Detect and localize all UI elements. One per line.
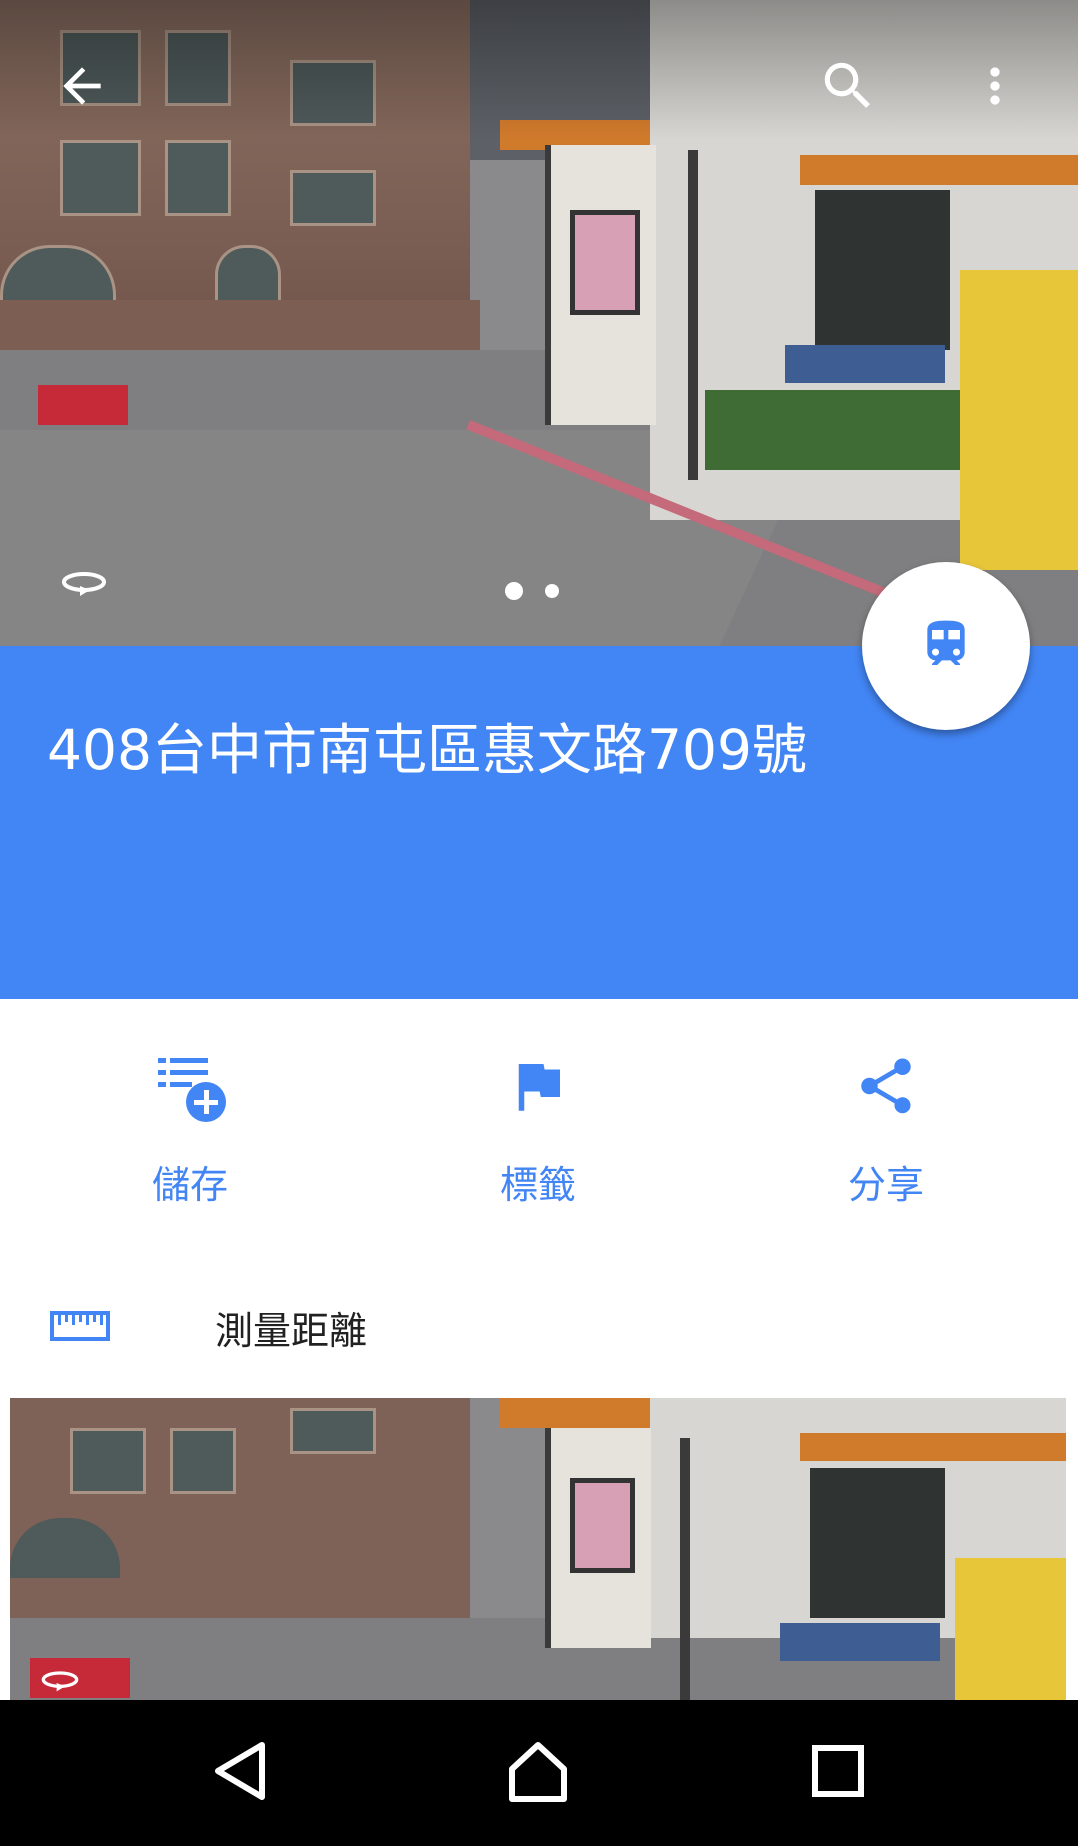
- save-label: 儲存: [151, 1163, 228, 1207]
- more-vert-icon: [967, 58, 1023, 118]
- street-view-photo[interactable]: [0, 0, 1078, 646]
- system-navigation-bar: [0, 1700, 1078, 1846]
- nav-recents-button[interactable]: [768, 1700, 908, 1846]
- 360-rotate-icon: [36, 1668, 84, 1700]
- street-view-thumbnail[interactable]: [10, 1398, 1066, 1700]
- page-dot: [545, 584, 559, 598]
- nav-back-button[interactable]: [170, 1700, 310, 1846]
- more-options-button[interactable]: [955, 48, 1035, 128]
- playlist-add-icon: [150, 1046, 230, 1130]
- place-address: 408台中市南屯區惠文路709號: [47, 718, 807, 782]
- share-label: 分享: [847, 1163, 924, 1207]
- transit-train-icon: [918, 616, 974, 676]
- search-button[interactable]: [808, 48, 888, 128]
- nav-home-button[interactable]: [468, 1700, 608, 1846]
- share-icon: [853, 1053, 919, 1123]
- action-buttons-row: 儲存 標籤 分享: [0, 1000, 1078, 1245]
- 360-rotate-icon[interactable]: [58, 568, 110, 608]
- label-label: 標籤: [499, 1163, 576, 1207]
- photo-page-indicator: [505, 582, 559, 600]
- arrow-left-icon: [54, 58, 110, 118]
- ruler-icon: [50, 1310, 110, 1346]
- transit-directions-button[interactable]: [862, 562, 1030, 730]
- nav-back-icon: [210, 1739, 270, 1807]
- share-button[interactable]: 分享: [766, 1000, 1006, 1245]
- search-icon: [817, 55, 879, 121]
- nav-home-icon: [506, 1739, 570, 1807]
- save-button[interactable]: 儲存: [70, 1000, 310, 1245]
- nav-recents-icon: [810, 1743, 866, 1803]
- measure-distance-label: 測量距離: [215, 1309, 368, 1353]
- flag-icon: [505, 1053, 571, 1123]
- measure-distance-item[interactable]: 測量距離: [0, 1280, 1078, 1375]
- label-button[interactable]: 標籤: [418, 1000, 658, 1245]
- page-dot-active: [505, 582, 523, 600]
- back-button[interactable]: [42, 48, 122, 128]
